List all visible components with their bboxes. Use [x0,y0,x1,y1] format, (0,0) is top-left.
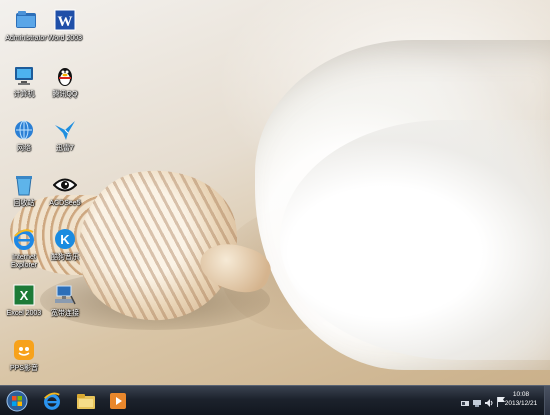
kugou-music-icon: K [53,227,77,251]
acdsee-eye-icon [53,173,77,197]
desktop-icon-thunder[interactable]: 迅雷7 [39,118,91,172]
action-center-icon[interactable] [460,395,470,406]
desktop-icon-label: 腾讯QQ [52,91,78,98]
taskbar: 10:08 2013/12/21 [0,385,550,415]
start-button[interactable] [5,389,29,413]
desktop-icon-label: ACDSee5 [49,200,81,207]
pps-player-icon [12,338,36,362]
computer-icon [12,64,36,88]
desktop-icon-pps[interactable]: PPS影音 [0,338,50,392]
network-globe-icon [12,118,36,142]
recycle-bin-icon [12,173,36,197]
desktop-icon-kugou[interactable]: K 酷狗音乐 [39,227,91,281]
desktop-icon-label: 宽带连接 [51,310,79,317]
show-desktop-button[interactable] [544,386,550,415]
volume-icon[interactable] [484,395,494,407]
desktop-icon-qq[interactable]: 腾讯QQ [39,64,91,118]
desktop-icon-broadband[interactable]: 宽带连接 [39,283,91,337]
desktop-icon-word[interactable]: W Word 2003 [39,8,91,62]
svg-text:K: K [60,232,70,247]
broadband-connection-icon [53,283,77,307]
clock-time: 10:08 [512,391,530,398]
media-player-icon [110,393,126,409]
taskbar-internet-explorer[interactable] [40,389,64,413]
desktop[interactable]: Administrator W Word 2003 计算机 腾讯QQ 网络 迅雷… [0,0,550,415]
clock-date: 2013/12/21 [504,400,538,407]
excel-icon: X [12,283,36,307]
desktop-icon-label: Word 2003 [47,35,83,42]
desktop-icon-acdsee[interactable]: ACDSee5 [39,173,91,227]
desktop-icon-label: PPS影音 [9,365,38,372]
file-explorer-icon [77,394,95,409]
network-icon[interactable] [472,395,482,407]
internet-explorer-icon [44,392,60,410]
word-icon: W [53,8,77,32]
taskbar-clock[interactable]: 10:08 2013/12/21 [498,390,544,408]
desktop-icon-label: 酷狗音乐 [51,254,79,261]
svg-text:X: X [20,288,29,303]
thunder-bird-icon [53,118,77,142]
desktop-icon-label: 迅雷7 [56,145,74,152]
user-folder-icon [14,8,38,32]
qq-penguin-icon [53,64,77,88]
internet-explorer-icon [12,227,36,251]
start-orb-icon [6,390,28,412]
taskbar-media-player[interactable] [106,389,130,413]
svg-text:W: W [58,14,73,30]
taskbar-file-explorer[interactable] [74,389,98,413]
